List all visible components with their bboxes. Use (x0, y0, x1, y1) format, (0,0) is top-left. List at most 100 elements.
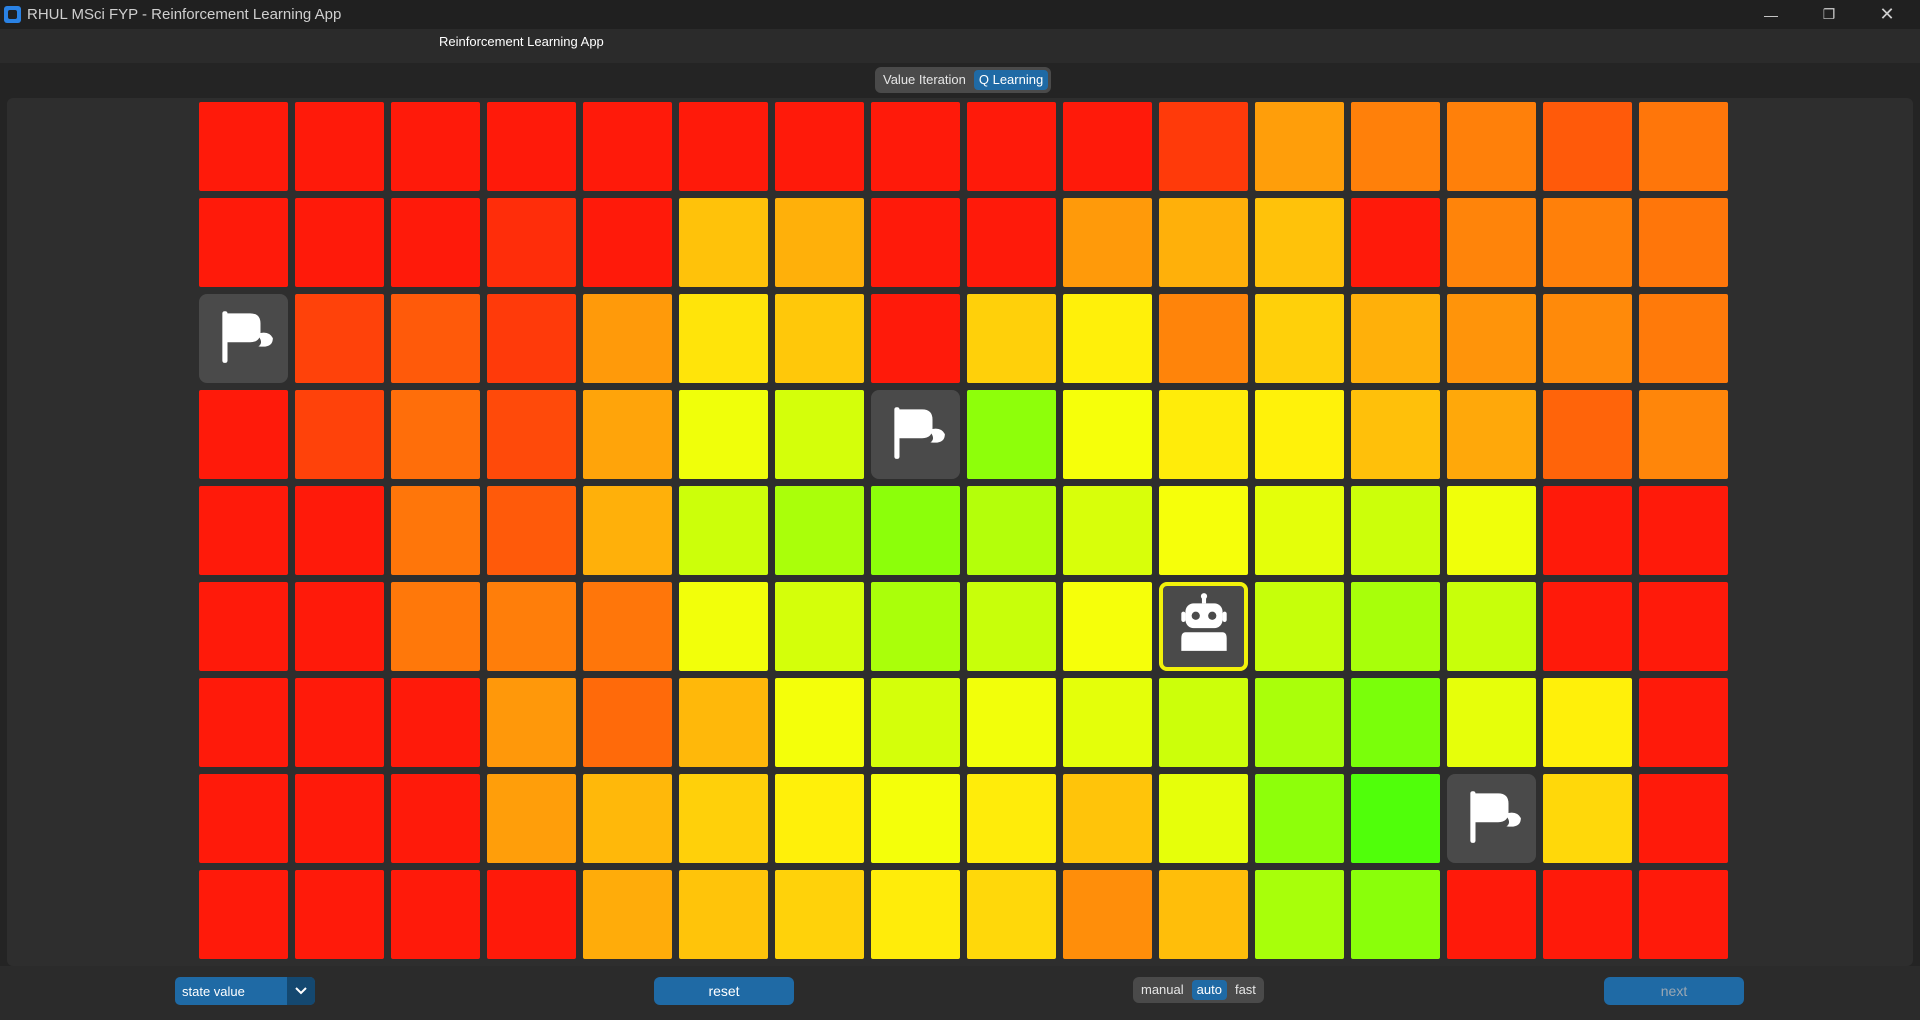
grid-cell[interactable] (1159, 870, 1248, 959)
grid-cell[interactable] (1351, 102, 1440, 191)
grid-cell[interactable] (1159, 294, 1248, 383)
grid-cell[interactable] (679, 678, 768, 767)
speed-option-manual[interactable]: manual (1136, 980, 1189, 1000)
grid-cell[interactable] (1159, 198, 1248, 287)
grid-cell[interactable] (1351, 582, 1440, 671)
grid-cell[interactable] (775, 774, 864, 863)
grid-cell[interactable] (1447, 582, 1536, 671)
grid-cell[interactable] (1063, 294, 1152, 383)
grid-cell[interactable] (1447, 390, 1536, 479)
grid-cell[interactable] (1639, 102, 1728, 191)
grid-cell[interactable] (967, 870, 1056, 959)
grid-cell[interactable] (1063, 870, 1152, 959)
grid-cell[interactable] (583, 486, 672, 575)
grid-cell[interactable] (1543, 774, 1632, 863)
grid-cell[interactable] (1159, 102, 1248, 191)
grid-cell[interactable] (1255, 582, 1344, 671)
grid-cell[interactable] (1543, 870, 1632, 959)
grid-cell[interactable] (1159, 390, 1248, 479)
goal-cell[interactable] (871, 390, 960, 479)
grid-cell[interactable] (295, 678, 384, 767)
grid-cell[interactable] (1063, 198, 1152, 287)
speed-option-auto[interactable]: auto (1191, 980, 1227, 1000)
maximize-button[interactable]: ❐ (1800, 0, 1858, 29)
mode-option-value-iteration[interactable]: Value Iteration (878, 70, 971, 90)
grid-cell[interactable] (679, 102, 768, 191)
grid-cell[interactable] (871, 678, 960, 767)
grid-cell[interactable] (199, 678, 288, 767)
grid-cell[interactable] (487, 678, 576, 767)
grid-cell[interactable] (1543, 102, 1632, 191)
grid-cell[interactable] (1639, 582, 1728, 671)
grid-cell[interactable] (1351, 486, 1440, 575)
grid-cell[interactable] (1447, 678, 1536, 767)
grid-cell[interactable] (967, 486, 1056, 575)
grid-cell[interactable] (1063, 774, 1152, 863)
grid-cell[interactable] (487, 870, 576, 959)
grid-cell[interactable] (1639, 486, 1728, 575)
grid-cell[interactable] (775, 198, 864, 287)
grid-cell[interactable] (679, 486, 768, 575)
grid-cell[interactable] (391, 582, 480, 671)
grid-cell[interactable] (199, 774, 288, 863)
grid-cell[interactable] (1351, 870, 1440, 959)
grid-cell[interactable] (679, 582, 768, 671)
grid-cell[interactable] (1159, 486, 1248, 575)
grid-cell[interactable] (1447, 102, 1536, 191)
grid-cell[interactable] (391, 294, 480, 383)
grid-cell[interactable] (295, 390, 384, 479)
grid-cell[interactable] (295, 102, 384, 191)
grid-cell[interactable] (391, 774, 480, 863)
grid-cell[interactable] (1255, 774, 1344, 863)
grid-cell[interactable] (1255, 678, 1344, 767)
grid-cell[interactable] (1159, 678, 1248, 767)
grid-cell[interactable] (583, 102, 672, 191)
grid-cell[interactable] (775, 390, 864, 479)
grid-cell[interactable] (1159, 774, 1248, 863)
grid-cell[interactable] (199, 582, 288, 671)
grid-cell[interactable] (391, 198, 480, 287)
grid-cell[interactable] (1351, 774, 1440, 863)
grid-cell[interactable] (679, 198, 768, 287)
grid-cell[interactable] (1351, 294, 1440, 383)
grid-cell[interactable] (775, 582, 864, 671)
grid-cell[interactable] (1639, 390, 1728, 479)
minimize-button[interactable]: — (1742, 0, 1800, 29)
speed-option-fast[interactable]: fast (1230, 980, 1261, 1000)
grid-cell[interactable] (1255, 294, 1344, 383)
grid-cell[interactable] (967, 390, 1056, 479)
grid-cell[interactable] (967, 294, 1056, 383)
grid-cell[interactable] (871, 102, 960, 191)
grid-cell[interactable] (1351, 198, 1440, 287)
grid-cell[interactable] (391, 870, 480, 959)
grid-cell[interactable] (1255, 870, 1344, 959)
grid-cell[interactable] (679, 294, 768, 383)
grid-cell[interactable] (775, 102, 864, 191)
grid-cell[interactable] (295, 774, 384, 863)
grid-cell[interactable] (1639, 774, 1728, 863)
grid-cell[interactable] (871, 486, 960, 575)
grid-cell[interactable] (199, 486, 288, 575)
grid-cell[interactable] (679, 390, 768, 479)
grid-cell[interactable] (487, 582, 576, 671)
mode-option-q-learning[interactable]: Q Learning (973, 70, 1049, 90)
grid-cell[interactable] (487, 294, 576, 383)
grid-cell[interactable] (391, 678, 480, 767)
grid-cell[interactable] (487, 486, 576, 575)
grid-cell[interactable] (967, 774, 1056, 863)
agent-cell[interactable] (1159, 582, 1248, 671)
grid-cell[interactable] (583, 294, 672, 383)
grid-cell[interactable] (487, 390, 576, 479)
grid-cell[interactable] (583, 870, 672, 959)
grid-cell[interactable] (391, 390, 480, 479)
grid-cell[interactable] (295, 294, 384, 383)
grid-cell[interactable] (1351, 390, 1440, 479)
grid-cell[interactable] (871, 198, 960, 287)
grid-cell[interactable] (199, 870, 288, 959)
grid-cell[interactable] (583, 678, 672, 767)
grid-cell[interactable] (1543, 294, 1632, 383)
grid-cell[interactable] (775, 294, 864, 383)
grid-cell[interactable] (295, 870, 384, 959)
grid-cell[interactable] (967, 198, 1056, 287)
grid-cell[interactable] (1447, 486, 1536, 575)
